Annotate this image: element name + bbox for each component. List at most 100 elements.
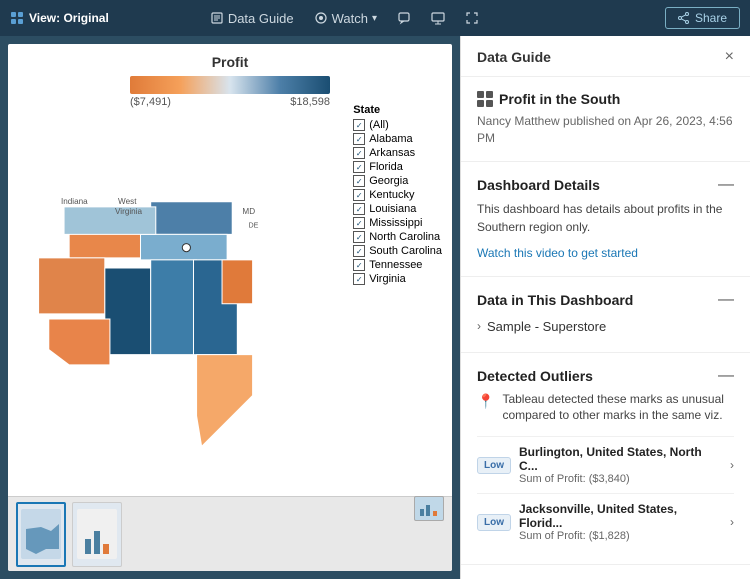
arkansas-state[interactable] bbox=[39, 258, 105, 314]
outlier2-badge: Low bbox=[477, 514, 511, 531]
data-in-dashboard-section: Data in This Dashboard — › Sample - Supe… bbox=[461, 277, 750, 353]
outlier-item-1[interactable]: Low Burlington, United States, North C..… bbox=[477, 436, 734, 493]
pin-icon: 📍 bbox=[477, 393, 494, 410]
mini-chart-icon bbox=[419, 501, 439, 517]
chart-title: Profit bbox=[20, 54, 440, 70]
outlier2-name: Jacksonville, United States, Florid... bbox=[519, 502, 722, 530]
dashboard-details-title: Dashboard Details bbox=[477, 177, 600, 193]
fullscreen-button[interactable] bbox=[465, 11, 479, 25]
watch-button[interactable]: Watch ▾ bbox=[314, 11, 377, 26]
in-label: Indiana bbox=[61, 197, 88, 206]
state-item-al[interactable]: Alabama bbox=[353, 133, 442, 145]
outlier1-badge: Low bbox=[477, 457, 511, 474]
dashboard-details-toggle[interactable]: — bbox=[718, 176, 734, 194]
thumbnail-1[interactable] bbox=[16, 502, 66, 567]
state-item-ga[interactable]: Georgia bbox=[353, 175, 442, 187]
viz-title-section: Profit in the South Nancy Matthew publis… bbox=[461, 77, 750, 162]
panel-title: Data Guide bbox=[477, 49, 551, 65]
louisiana-state[interactable] bbox=[49, 319, 110, 365]
checkbox-nc[interactable] bbox=[353, 231, 365, 243]
outlier-description: Tableau detected these marks as unusual … bbox=[502, 391, 734, 425]
state-item-fl[interactable]: Florida bbox=[353, 161, 442, 173]
state-item-all[interactable]: (All) bbox=[353, 119, 442, 131]
present-button[interactable] bbox=[431, 11, 445, 25]
checkbox-ar[interactable] bbox=[353, 147, 365, 159]
data-title-row: Data in This Dashboard — bbox=[477, 291, 734, 309]
share-icon bbox=[678, 12, 690, 24]
checkbox-fl[interactable] bbox=[353, 161, 365, 173]
outlier1-value: Sum of Profit: ($3,840) bbox=[519, 473, 722, 485]
watch-video-link[interactable]: Watch this video to get started bbox=[477, 246, 638, 260]
dashboard-details-section: Dashboard Details — This dashboard has d… bbox=[461, 162, 750, 277]
share-button[interactable]: Share bbox=[665, 7, 740, 29]
panel-header: Data Guide × bbox=[461, 36, 750, 77]
superstore-data-item[interactable]: › Sample - Superstore bbox=[477, 315, 734, 338]
checkbox-ga[interactable] bbox=[353, 175, 365, 187]
topbar-right: Share bbox=[665, 7, 740, 29]
outlier2-arrow: › bbox=[730, 515, 734, 529]
state-item-va[interactable]: Virginia bbox=[353, 273, 442, 285]
florida-state[interactable] bbox=[197, 355, 253, 447]
data-guide-icon bbox=[210, 11, 224, 25]
outlier-info: 📍 Tableau detected these marks as unusua… bbox=[477, 391, 734, 425]
outliers-title-row: Detected Outliers — bbox=[477, 367, 734, 385]
comment-button[interactable] bbox=[397, 11, 411, 25]
state-item-ar[interactable]: Arkansas bbox=[353, 147, 442, 159]
main-content: Profit ($7,491) $18,598 State (All) Alab… bbox=[0, 36, 750, 579]
alabama-state[interactable] bbox=[151, 260, 197, 355]
checkbox-all[interactable] bbox=[353, 119, 365, 131]
southern-us-map: MD DE West Virginia Indiana bbox=[8, 104, 273, 534]
gradient-max: $18,598 bbox=[290, 96, 330, 108]
outlier-item-2[interactable]: Low Jacksonville, United States, Florid.… bbox=[477, 493, 734, 550]
present-icon bbox=[431, 11, 445, 25]
logo-icon bbox=[10, 11, 24, 25]
watch-icon bbox=[314, 11, 328, 25]
panel-close-button[interactable]: × bbox=[725, 48, 734, 66]
checkbox-al[interactable] bbox=[353, 133, 365, 145]
outlier2-text: Jacksonville, United States, Florid... S… bbox=[519, 502, 722, 542]
south-carolina-state[interactable] bbox=[222, 260, 253, 304]
state-item-sc[interactable]: South Carolina bbox=[353, 245, 442, 257]
checkbox-ms[interactable] bbox=[353, 217, 365, 229]
state-item-ms[interactable]: Mississippi bbox=[353, 217, 442, 229]
md-label: MD bbox=[242, 207, 255, 216]
thumb-chart-icon bbox=[77, 509, 117, 559]
checkbox-sc[interactable] bbox=[353, 245, 365, 257]
outliers-toggle[interactable]: — bbox=[718, 367, 734, 385]
dashboard-inner: Profit ($7,491) $18,598 State (All) Alab… bbox=[8, 44, 452, 571]
watch-dropdown-arrow: ▾ bbox=[372, 13, 377, 24]
state-legend-title: State bbox=[353, 104, 442, 116]
data-section-toggle[interactable]: — bbox=[718, 291, 734, 309]
nc-dot bbox=[182, 244, 190, 252]
detected-outliers-section: Detected Outliers — 📍 Tableau detected t… bbox=[461, 353, 750, 566]
data-guide-button[interactable]: Data Guide bbox=[210, 11, 294, 26]
outlier1-text: Burlington, United States, North C... Su… bbox=[519, 445, 722, 485]
state-item-tn[interactable]: Tennessee bbox=[353, 259, 442, 271]
checkbox-la[interactable] bbox=[353, 203, 365, 215]
state-item-nc[interactable]: North Carolina bbox=[353, 231, 442, 243]
thumbnail-2[interactable] bbox=[72, 502, 122, 567]
dashboard-area: Profit ($7,491) $18,598 State (All) Alab… bbox=[0, 36, 460, 579]
state-item-ky[interactable]: Kentucky bbox=[353, 189, 442, 201]
outlier1-arrow: › bbox=[730, 458, 734, 472]
data-guide-panel: Data Guide × Profit in the South Nancy M… bbox=[460, 36, 750, 579]
checkbox-tn[interactable] bbox=[353, 259, 365, 271]
checkbox-va[interactable] bbox=[353, 273, 365, 285]
outliers-title: Detected Outliers bbox=[477, 368, 593, 384]
topbar: View: Original Data Guide Watch ▾ bbox=[0, 0, 750, 36]
viz-name: Profit in the South bbox=[499, 91, 620, 107]
checkbox-ky[interactable] bbox=[353, 189, 365, 201]
wv-label: West bbox=[118, 197, 137, 206]
comment-icon bbox=[397, 11, 411, 25]
de-label: DE bbox=[249, 221, 259, 229]
view-original: View: Original bbox=[10, 11, 109, 25]
outlier1-name: Burlington, United States, North C... bbox=[519, 445, 722, 473]
profit-gradient-bar bbox=[130, 76, 330, 94]
state-item-la[interactable]: Louisiana bbox=[353, 203, 442, 215]
mississippi-state[interactable] bbox=[105, 268, 151, 355]
virginia-state[interactable] bbox=[151, 202, 233, 235]
viz-title-row: Profit in the South bbox=[477, 91, 734, 107]
wv-label2: Virginia bbox=[115, 207, 142, 216]
superstore-label: Sample - Superstore bbox=[487, 319, 606, 334]
thumbnail-mini bbox=[414, 496, 444, 521]
